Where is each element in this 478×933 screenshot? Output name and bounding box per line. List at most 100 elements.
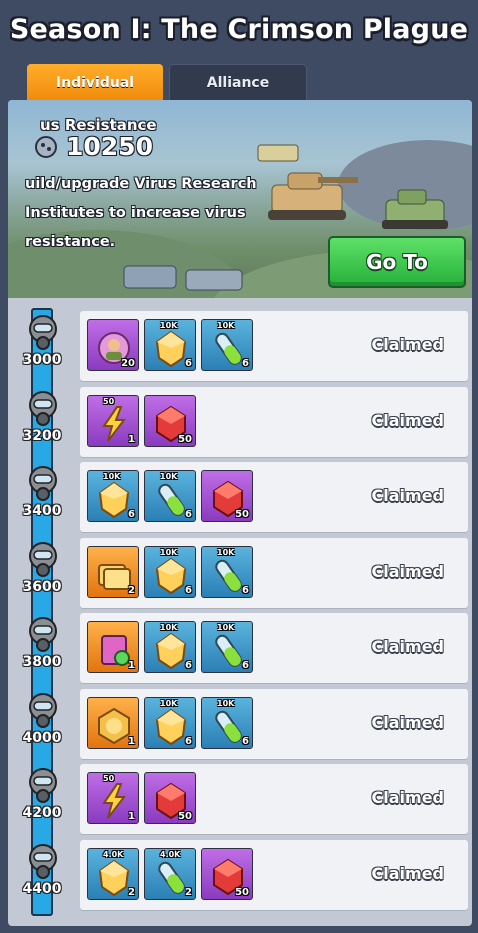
reward-quantity: 50 (178, 434, 192, 445)
reward-item[interactable]: 50 1 (87, 395, 139, 447)
reward-badge: 4.0K (103, 850, 124, 859)
milestone-marker: 3400 (16, 466, 68, 530)
claimed-status: Claimed (371, 562, 444, 581)
reward-row: 1 10K 6 10K 6 Claimed (80, 689, 468, 759)
reward-quantity: 6 (185, 736, 192, 747)
go-to-button[interactable]: Go To (328, 236, 466, 288)
reward-item[interactable]: 50 (201, 470, 253, 522)
gas-mask-icon (28, 542, 58, 578)
gas-mask-icon (28, 768, 58, 804)
reward-item[interactable]: 4.0K 2 (144, 848, 196, 900)
claimed-status: Claimed (371, 788, 444, 807)
reward-quantity: 50 (235, 887, 249, 898)
vehicles-left-icon (123, 265, 243, 291)
reward-item[interactable]: 1 (87, 697, 139, 749)
tab-individual[interactable]: Individual (27, 64, 163, 102)
reward-quantity: 6 (242, 585, 249, 596)
reward-item[interactable]: 10K 6 (201, 546, 253, 598)
reward-quantity: 1 (128, 434, 135, 445)
reward-badge: 10K (217, 548, 235, 557)
reward-item[interactable]: 50 (144, 395, 196, 447)
reward-quantity: 6 (242, 736, 249, 747)
tab-bar: Individual Alliance (27, 64, 307, 102)
claimed-status: Claimed (371, 411, 444, 430)
reward-quantity: 6 (185, 660, 192, 671)
reward-row: 1 10K 6 10K 6 Claimed (80, 613, 468, 683)
milestone-label: 3600 (22, 579, 62, 595)
reward-item[interactable]: 10K 6 (144, 319, 196, 371)
virus-resistance-icon (35, 136, 57, 158)
claimed-status: Claimed (371, 335, 444, 354)
milestone-label: 3000 (22, 352, 62, 368)
gas-mask-icon (28, 693, 58, 729)
reward-badge: 50 (103, 397, 115, 406)
reward-row: 2 10K 6 10K 6 Claimed (80, 538, 468, 608)
milestone-marker: 3200 (16, 391, 68, 455)
gas-mask-icon (28, 617, 58, 653)
reward-badge: 10K (160, 548, 178, 557)
reward-item[interactable]: 10K 6 (201, 621, 253, 673)
reward-item[interactable]: 10K 6 (201, 319, 253, 371)
reward-badge: 10K (217, 699, 235, 708)
reward-item[interactable]: 50 (144, 772, 196, 824)
reward-badge: 10K (160, 699, 178, 708)
reward-quantity: 1 (128, 736, 135, 747)
reward-quantity: 50 (235, 509, 249, 520)
reward-badge: 4.0K (160, 850, 181, 859)
reward-item[interactable]: 10K 6 (201, 697, 253, 749)
reward-item[interactable]: 10K 6 (144, 546, 196, 598)
reward-row: 50 1 50 Claimed (80, 387, 468, 457)
reward-item[interactable]: 50 (201, 848, 253, 900)
reward-row: 50 1 50 Claimed (80, 764, 468, 834)
milestone-marker: 3000 (16, 315, 68, 379)
reward-item[interactable]: 50 1 (87, 772, 139, 824)
gas-mask-icon (28, 466, 58, 502)
claimed-status: Claimed (371, 864, 444, 883)
reward-row: 10K 6 10K 6 50 Claimed (80, 462, 468, 532)
milestone-marker: 4400 (16, 844, 68, 908)
reward-quantity: 1 (128, 660, 135, 671)
reward-badge: 10K (103, 472, 121, 481)
reward-badge: 10K (217, 623, 235, 632)
reward-quantity: 1 (128, 811, 135, 822)
reward-quantity: 6 (242, 358, 249, 369)
claimed-status: Claimed (371, 486, 444, 505)
reward-item[interactable]: 2 (87, 546, 139, 598)
reward-badge: 10K (160, 623, 178, 632)
reward-quantity: 50 (178, 811, 192, 822)
reward-row: 4.0K 2 4.0K 2 50 Claimed (80, 840, 468, 910)
milestone-marker: 4000 (16, 693, 68, 757)
reward-quantity: 6 (185, 509, 192, 520)
reward-quantity: 6 (242, 660, 249, 671)
milestone-label: 3800 (22, 654, 62, 670)
reward-item[interactable]: 10K 6 (144, 470, 196, 522)
gas-mask-icon (28, 844, 58, 880)
reward-badge: 10K (160, 321, 178, 330)
banner-description: uild/upgrade Virus Research Institutes t… (25, 176, 257, 250)
reward-item[interactable]: 20 (87, 319, 139, 371)
reward-row: 20 10K 6 10K 6 Claimed (80, 311, 468, 381)
milestone-label: 4400 (22, 881, 62, 897)
reward-item[interactable]: 10K 6 (144, 621, 196, 673)
gas-mask-icon (28, 315, 58, 351)
tab-alliance[interactable]: Alliance (169, 64, 307, 102)
reward-badge: 10K (217, 321, 235, 330)
reward-item[interactable]: 1 (87, 621, 139, 673)
tank-scene-icon (257, 144, 448, 229)
milestone-label: 4000 (22, 730, 62, 746)
reward-item[interactable]: 4.0K 2 (87, 848, 139, 900)
reward-quantity: 6 (185, 585, 192, 596)
reward-item[interactable]: 10K 6 (87, 470, 139, 522)
milestone-label: 3400 (22, 503, 62, 519)
reward-badge: 50 (103, 774, 115, 783)
reward-badge: 10K (160, 472, 178, 481)
resistance-value: 10250 (66, 132, 153, 161)
reward-quantity: 20 (121, 358, 135, 369)
milestone-label: 4200 (22, 805, 62, 821)
reward-item[interactable]: 10K 6 (144, 697, 196, 749)
gas-mask-icon (28, 391, 58, 427)
milestone-marker: 3600 (16, 542, 68, 606)
reward-quantity: 6 (185, 358, 192, 369)
milestone-marker: 4200 (16, 768, 68, 832)
reward-quantity: 6 (128, 509, 135, 520)
